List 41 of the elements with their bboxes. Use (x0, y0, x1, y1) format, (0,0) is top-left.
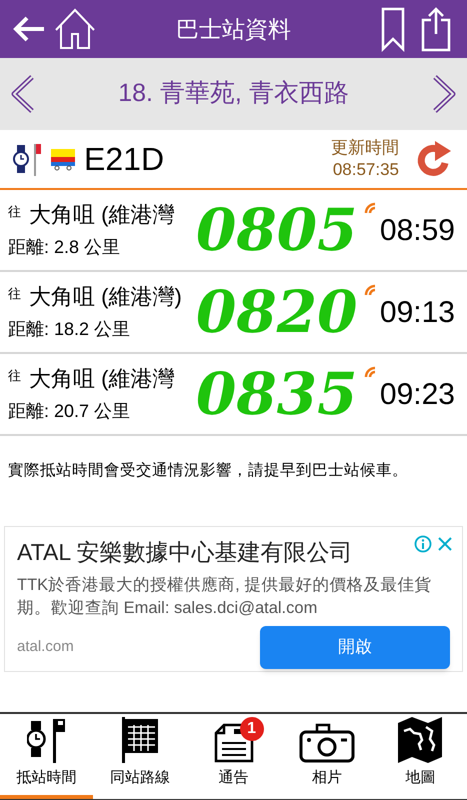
destination: 大角咀 (維港灣) (29, 282, 182, 310)
notification-badge: 1 (240, 716, 264, 740)
camera-icon (298, 722, 355, 762)
tab[interactable]: 抵站時間 (0, 714, 94, 799)
handwritten-note: 0820 (196, 280, 358, 344)
updated-label: 更新時間 (331, 137, 399, 159)
direction-label: 往 (8, 202, 21, 220)
open-button[interactable]: 開啟 (260, 626, 450, 668)
tab[interactable]: 同站路線 (93, 714, 187, 799)
map-icon (396, 714, 444, 762)
ad-title: ATAL 安樂數據中心基建有限公司 (17, 538, 353, 567)
direction-label: 往 (8, 284, 21, 302)
ad-domain: atal.com (17, 636, 74, 657)
ad-body: TTK於香港最大的授權供應商, 提供最好的價格及最佳貨期。歡迎查詢 Email: sales.dci@atal.com (17, 574, 432, 618)
destination: 大角咀 (維港灣 (29, 364, 174, 392)
direction-label: 往 (8, 366, 21, 384)
tab[interactable]: 地圖 (374, 714, 467, 799)
distance: 距離: 20.7 公里 (8, 400, 132, 422)
info-icon[interactable] (414, 535, 432, 553)
arrival-time: 09:13 (380, 294, 455, 330)
distance: 距離: 18.2 公里 (8, 318, 132, 340)
bus-icon (50, 147, 76, 171)
close-icon[interactable] (436, 535, 454, 553)
grid-flag-icon (120, 716, 160, 762)
distance: 距離: 2.8 公里 (8, 236, 122, 258)
window-title: 巴士站資料 (176, 14, 291, 44)
tab[interactable]: 相片 (280, 714, 374, 799)
handwritten-note: 0835 (196, 362, 358, 426)
stop-name: 18. 青華苑, 青衣西路 (118, 78, 349, 110)
share-icon[interactable] (421, 6, 451, 52)
bookmark-icon[interactable] (381, 6, 405, 52)
tab[interactable]: 1 通告 (186, 714, 280, 799)
watch-stop-icon (26, 716, 67, 762)
notice-text: 實際抵站時間會受交通情況影響，請提早到巴士站候車。 (7, 461, 409, 481)
arrival-time: 08:59 (380, 212, 455, 248)
destination: 大角咀 (維港灣 (29, 200, 174, 228)
arrival-time: 09:23 (380, 376, 455, 412)
watch-stop-icon (12, 142, 42, 176)
route-number: E21D (84, 140, 164, 179)
handwritten-note: 0805 (196, 198, 358, 262)
updated-time: 08:57:35 (332, 159, 399, 181)
